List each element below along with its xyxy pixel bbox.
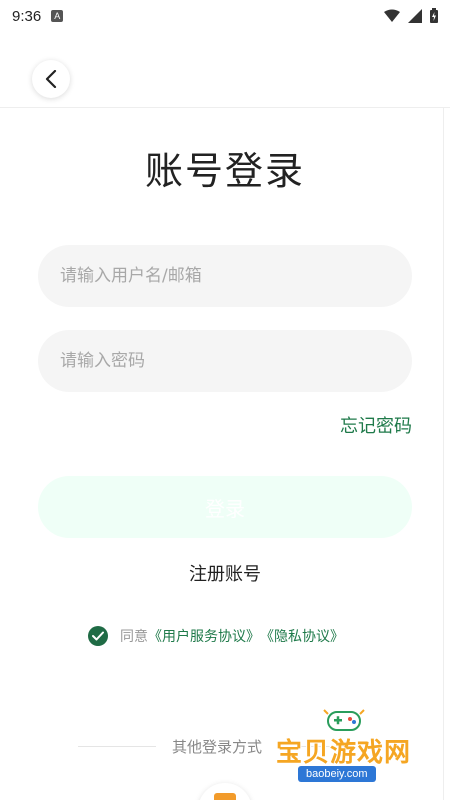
other-login-label: 其他登录方式 xyxy=(172,738,263,756)
signal-icon xyxy=(408,8,422,23)
agree-checkbox[interactable] xyxy=(88,626,108,646)
chevron-left-icon xyxy=(45,70,57,88)
header xyxy=(0,32,450,108)
back-button[interactable] xyxy=(32,60,70,98)
gamepad-icon xyxy=(323,709,365,731)
third-party-login-button[interactable] xyxy=(198,783,252,800)
page-title: 账号登录 xyxy=(144,149,305,193)
register-link[interactable]: 注册账号 xyxy=(0,560,450,586)
divider-line-left xyxy=(78,746,156,747)
username-input[interactable] xyxy=(38,245,412,307)
third-party-icon xyxy=(214,793,236,800)
page-edge-divider xyxy=(443,108,444,800)
battery-icon xyxy=(430,8,438,23)
service-agreement-link[interactable]: 《用户服务协议》 xyxy=(148,626,260,646)
notification-icon: A xyxy=(51,10,64,22)
forgot-password-link[interactable]: 忘记密码 xyxy=(340,412,412,438)
agree-prefix: 同意 xyxy=(120,629,148,645)
watermark-text: 宝贝游戏网 xyxy=(276,738,412,768)
watermark-url: baobeiy.com xyxy=(298,766,376,782)
wifi-icon xyxy=(384,9,400,22)
password-input[interactable] xyxy=(38,330,412,392)
status-bar: 9:36 A xyxy=(0,0,450,32)
watermark-logo: 宝贝游戏网 baobeiy.com xyxy=(276,706,426,796)
agreement-row: 同意 《用户服务协议》 《隐私协议》 xyxy=(88,626,344,646)
status-time: 9:36 xyxy=(12,7,42,25)
status-icons xyxy=(384,8,438,23)
privacy-agreement-link[interactable]: 《隐私协议》 xyxy=(260,626,344,646)
check-icon xyxy=(92,631,104,641)
login-button[interactable]: 登录 xyxy=(38,476,412,538)
